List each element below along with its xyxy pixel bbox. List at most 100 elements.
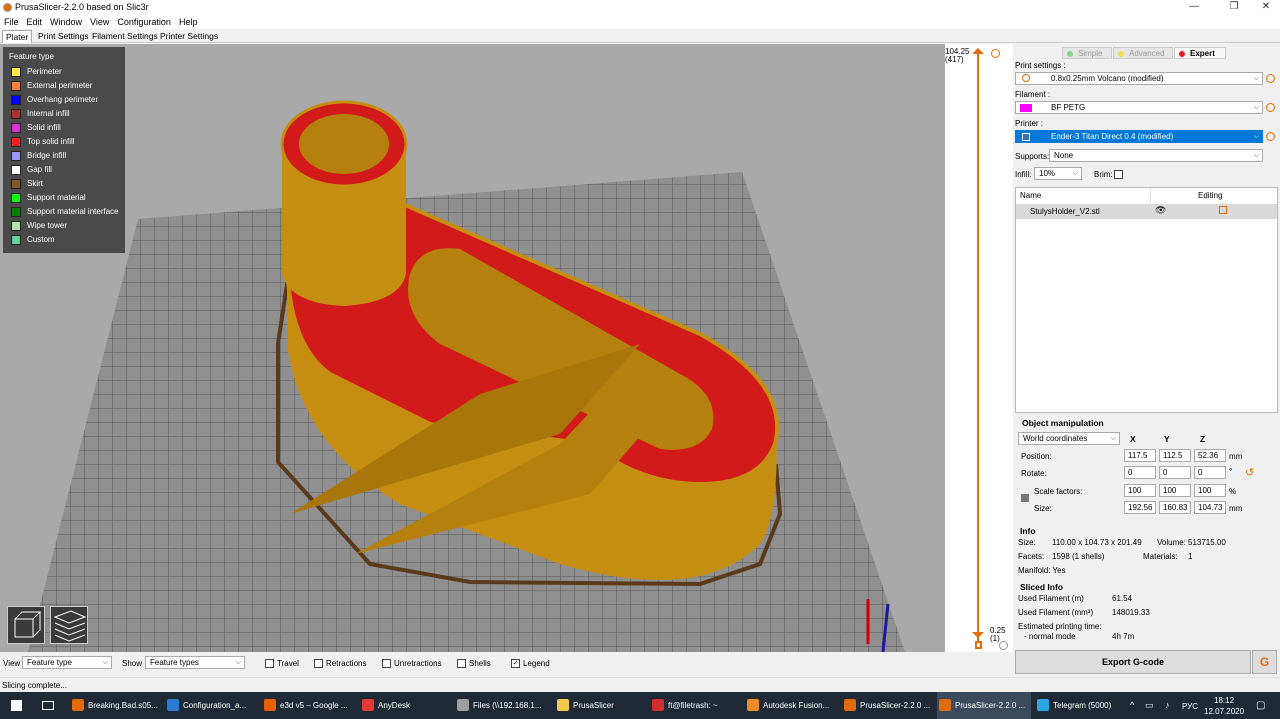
slider-lock-icon[interactable] — [975, 641, 982, 649]
tray-language[interactable]: РУС — [1182, 702, 1198, 711]
tab-plater[interactable]: Plater — [2, 30, 33, 43]
taskbar-item[interactable]: Autodesk Fusion... — [745, 692, 839, 719]
menu-edit[interactable]: Edit — [23, 15, 47, 29]
tab-printer-settings[interactable]: Printer Settings — [157, 30, 221, 43]
scale-x-field[interactable]: 100 — [1124, 484, 1156, 497]
slider-bottom-thumb[interactable] — [972, 632, 984, 638]
menu-help[interactable]: Help — [175, 15, 202, 29]
size-label: Size: — [1034, 504, 1052, 513]
taskbar-app-icon — [1037, 699, 1049, 711]
rotate-x-field[interactable]: 0 — [1124, 466, 1156, 479]
checkbox-travel[interactable] — [265, 659, 274, 668]
infill-label: Infill: — [1015, 170, 1032, 179]
checkbox-shells[interactable] — [457, 659, 466, 668]
layer-slider[interactable]: 104.25 (417) 0.25 (1) — [945, 44, 1013, 652]
filament-combo[interactable]: BF PETG ⌵ — [1015, 101, 1263, 114]
tray-time[interactable]: 18:12 — [1214, 696, 1234, 705]
mode-simple-dot — [1067, 51, 1073, 57]
tray-volume-icon[interactable]: ♪ — [1165, 700, 1170, 710]
legend-swatch — [11, 151, 21, 161]
taskbar-item[interactable]: Configuration_a... — [165, 692, 259, 719]
brim-checkbox[interactable] — [1114, 170, 1123, 179]
checkbox-legend[interactable]: ✓ — [511, 659, 520, 668]
menu-configuration[interactable]: Configuration — [113, 15, 175, 29]
position-x-field[interactable]: 117.5 — [1124, 449, 1156, 462]
size-y-field[interactable]: 160.83 — [1159, 501, 1191, 514]
mode-expert-button[interactable]: Expert — [1174, 47, 1226, 59]
menu-window[interactable]: Window — [46, 15, 86, 29]
menu-view[interactable]: View — [86, 15, 113, 29]
eye-icon[interactable]: 👁 — [1155, 205, 1166, 216]
slider-bottom-cog-icon[interactable] — [999, 641, 1008, 650]
mode-advanced-button[interactable]: Advanced — [1113, 47, 1173, 59]
tab-print-settings[interactable]: Print Settings — [35, 30, 92, 43]
tab-filament-settings[interactable]: Filament Settings — [89, 30, 161, 43]
tray-chevron-icon[interactable]: ^ — [1130, 700, 1134, 710]
taskbar-label: Telegram (5000) — [1053, 701, 1112, 710]
taskbar-item[interactable]: PrusaSlicer-2.2.0 ... — [842, 692, 934, 719]
printer-combo[interactable]: Ender-3 Titan Direct 0.4 (modified) ⌵ — [1015, 130, 1263, 143]
slider-top-cog-icon[interactable] — [991, 49, 1000, 58]
tray-network-icon[interactable]: ▭ — [1145, 700, 1154, 711]
minimize-button[interactable]: — — [1180, 0, 1208, 14]
axis-y-label: Y — [1164, 434, 1170, 444]
object-list[interactable]: Name Editing StulysHolder_V2.stl 👁 — [1015, 187, 1278, 413]
rotate-unit: ° — [1229, 467, 1233, 476]
printer-cog-icon[interactable] — [1266, 132, 1275, 141]
view-type-combo[interactable]: Feature type ⌵ — [22, 656, 112, 669]
taskbar-item[interactable]: Telegram (5000) — [1035, 692, 1127, 719]
checkbox-retractions[interactable] — [314, 659, 323, 668]
taskbar-item[interactable]: PrusaSlicer — [555, 692, 647, 719]
taskbar-item[interactable]: e3d v5 – Google ... — [262, 692, 357, 719]
export-gcode-button[interactable]: Export G-code — [1015, 650, 1251, 674]
taskbar-item[interactable]: Breaking.Bad.s05... — [70, 692, 162, 719]
rotate-z-field[interactable]: 0 — [1194, 466, 1226, 479]
legend-item: Custom — [9, 233, 124, 247]
menu-file[interactable]: File — [0, 15, 23, 29]
restore-button[interactable]: ❐ — [1220, 0, 1248, 14]
preview-toolbar: View Feature type ⌵ Show Feature types ⌵ T… — [0, 652, 1013, 676]
position-y-field[interactable]: 112.5 — [1159, 449, 1191, 462]
col-name-header: Name — [1020, 191, 1042, 200]
edit-icon[interactable] — [1219, 206, 1227, 214]
list-item[interactable]: StulysHolder_V2.stl 👁 — [1016, 204, 1277, 219]
position-z-field[interactable]: 52.36 — [1194, 449, 1226, 462]
scale-z-field[interactable]: 100 — [1194, 484, 1226, 497]
task-view-icon[interactable] — [42, 701, 54, 710]
show-combo[interactable]: Feature types ⌵ — [145, 656, 245, 669]
tray-date[interactable]: 12.07.2020 — [1204, 707, 1244, 716]
supports-combo[interactable]: None ⌵ — [1049, 149, 1263, 162]
export-gcode-icon[interactable]: G — [1252, 650, 1277, 674]
lock-icon[interactable] — [1021, 494, 1029, 502]
print-settings-combo[interactable]: 0.8x0.25mm Volcano (modified) ⌵ — [1015, 72, 1263, 85]
mode-simple-button[interactable]: Simple — [1062, 47, 1112, 59]
chevron-down-icon: ⌵ — [1253, 133, 1259, 140]
reset-rotation-icon[interactable]: ↺ — [1245, 466, 1254, 479]
print-settings-cog-icon[interactable] — [1266, 74, 1275, 83]
taskbar-item[interactable]: Files (\\192.168.1... — [455, 692, 553, 719]
notification-icon[interactable]: ▢ — [1256, 700, 1265, 711]
legend-label: Wipe tower — [27, 221, 68, 230]
windows-start-icon[interactable] — [11, 700, 22, 711]
status-bar: Slicing complete... — [0, 677, 1280, 692]
coord-system-combo[interactable]: World coordinates ⌵ — [1018, 432, 1120, 445]
taskbar-item[interactable]: AnyDesk — [360, 692, 452, 719]
legend-label: Custom — [27, 235, 55, 244]
info-manifold: Manifold: Yes — [1018, 566, 1066, 575]
scale-y-field[interactable]: 100 — [1159, 484, 1191, 497]
legend-label: Support material interface — [27, 207, 119, 216]
close-button[interactable]: ✕ — [1252, 0, 1280, 14]
filament-cog-icon[interactable] — [1266, 103, 1275, 112]
rotate-y-field[interactable]: 0 — [1159, 466, 1191, 479]
slider-top-thumb[interactable] — [972, 48, 984, 54]
app-icon — [3, 3, 12, 12]
size-z-field[interactable]: 104.73 — [1194, 501, 1226, 514]
taskbar-item[interactable]: PrusaSlicer-2.2.0 ... — [937, 692, 1031, 719]
infill-combo[interactable]: 10% ⌵ — [1034, 167, 1082, 180]
3d-viewport[interactable] — [0, 44, 945, 652]
view-3d-icon[interactable] — [7, 606, 45, 644]
view-layers-icon[interactable] — [50, 606, 88, 644]
size-x-field[interactable]: 192.56 — [1124, 501, 1156, 514]
checkbox-unretractions[interactable] — [382, 659, 391, 668]
taskbar-item[interactable]: ft@filetrash: ~ — [650, 692, 742, 719]
